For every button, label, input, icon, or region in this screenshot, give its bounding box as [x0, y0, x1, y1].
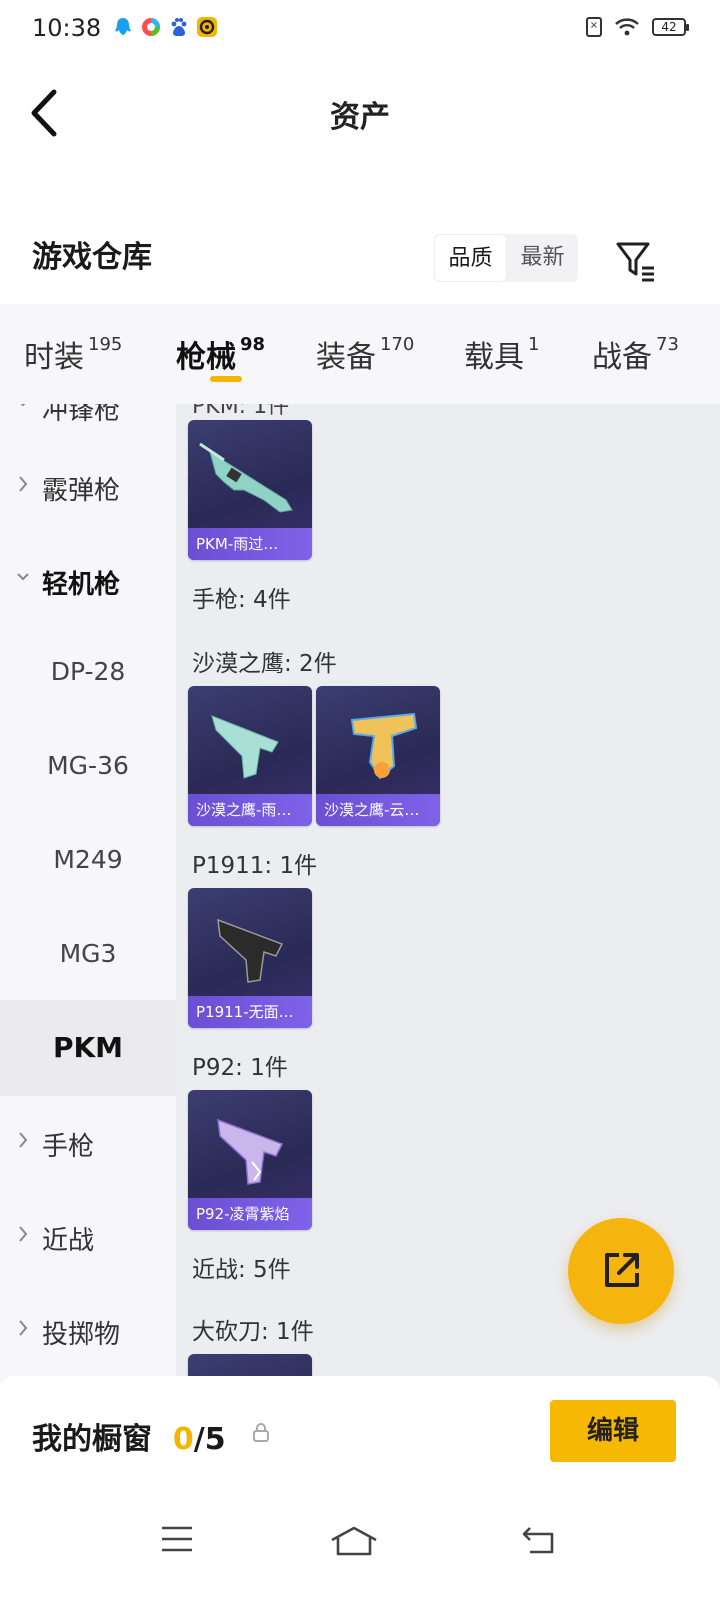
status-bar: 10:38 × 42	[0, 0, 720, 58]
sidebar-item-pistol[interactable]: 手枪	[0, 1094, 176, 1190]
warehouse-title: 游戏仓库	[32, 240, 152, 275]
sidebar-sub-dp28[interactable]: DP-28	[0, 624, 176, 720]
pistol-image	[217, 1118, 284, 1185]
skin-card-pkm[interactable]: PKM-雨过…	[188, 420, 312, 560]
section-label-machete: 大砍刀: 1件	[192, 1319, 314, 1345]
skin-card-caption: P92-凌霄紫焰	[188, 1198, 312, 1230]
tab-count: 195	[88, 334, 123, 355]
sidebar-sub-mg36[interactable]: MG-36	[0, 718, 176, 814]
share-button[interactable]	[568, 1218, 674, 1324]
pistol-image	[350, 712, 418, 780]
section-label-melee: 近战: 5件	[192, 1257, 291, 1283]
showcase-label: 我的橱窗 0/5	[32, 1414, 226, 1458]
chevron-right-icon	[19, 1132, 28, 1148]
notification-icons	[112, 16, 218, 38]
sidebar-sub-mg3[interactable]: MG3	[0, 906, 176, 1002]
tab-supplies[interactable]: 战备 73	[592, 332, 679, 376]
sidebar-item-label: 冲锋枪	[42, 404, 121, 426]
sim-icon: ×	[586, 17, 602, 37]
skin-card-caption: P1911-无面…	[188, 996, 312, 1028]
tab-count: 73	[656, 334, 679, 355]
skin-card-caption: PKM-雨过…	[188, 528, 312, 560]
machine-gun-image	[199, 442, 293, 513]
sidebar-item-label: 霰弹枪	[42, 476, 121, 506]
pistol-image	[217, 918, 284, 983]
qq-icon	[115, 18, 131, 35]
chevron-down-icon	[17, 573, 29, 581]
sort-newest-button[interactable]: 最新	[507, 234, 578, 282]
status-time: 10:38	[32, 14, 102, 42]
tab-label: 战备	[592, 340, 652, 375]
share-external-icon	[605, 1253, 639, 1287]
sidebar-item-label: 近战	[42, 1226, 95, 1256]
sidebar-item-lmg[interactable]: 轻机枪	[0, 532, 176, 628]
tab-label: 枪械	[176, 340, 236, 375]
sidebar-sub-pkm[interactable]: PKM	[0, 1000, 176, 1096]
tab-fashion[interactable]: 时装 195	[24, 332, 122, 376]
chevron-right-icon	[19, 1226, 28, 1242]
menu-icon[interactable]	[160, 1524, 194, 1554]
home-icon[interactable]	[330, 1524, 378, 1556]
sidebar-item-shotgun[interactable]: 霰弹枪	[0, 438, 176, 534]
app-header: 资产	[0, 58, 720, 168]
skin-card-p92[interactable]: P92-凌霄紫焰	[188, 1090, 312, 1230]
tab-firearms[interactable]: 枪械 98	[176, 332, 265, 376]
tab-label: 时装	[24, 340, 84, 375]
skin-card-caption: 沙漠之鹰-雨…	[188, 794, 312, 826]
section-label-p1911: P1911: 1件	[192, 853, 318, 879]
filter-icon[interactable]	[614, 238, 658, 282]
tab-count: 170	[380, 334, 415, 355]
showcase-title: 我的橱窗	[32, 1422, 152, 1457]
chevron-right-icon	[19, 476, 28, 492]
sidebar-item-melee[interactable]: 近战	[0, 1188, 176, 1284]
showcase-total-count: /5	[193, 1422, 226, 1457]
category-tabs: 时装 195 枪械 98 装备 170 载具 1 战备 73	[0, 304, 720, 404]
edit-button[interactable]: 编辑	[550, 1400, 676, 1462]
pistol-image	[211, 715, 279, 779]
sidebar-item-label: 投掷物	[42, 1320, 121, 1350]
baidu-icon	[171, 18, 187, 36]
tab-label: 载具	[464, 340, 524, 375]
weapon-category-sidebar: 冲锋枪 霰弹枪 轻机枪 DP-28 MG-36 M249 MG3 PKM 手枪 …	[0, 404, 176, 1404]
skin-card-deagle-2[interactable]: 沙漠之鹰-云…	[316, 686, 440, 826]
skin-card-deagle-1[interactable]: 沙漠之鹰-雨…	[188, 686, 312, 826]
tab-equipment[interactable]: 装备 170	[316, 332, 414, 376]
sort-toggle: 品质 最新	[434, 234, 578, 282]
game-app-icon	[197, 17, 217, 37]
wifi-icon	[615, 18, 639, 36]
section-label-p92: P92: 1件	[192, 1055, 288, 1081]
sidebar-item-throwable[interactable]: 投掷物	[0, 1282, 176, 1378]
tab-count: 1	[528, 334, 540, 355]
battery-indicator: 42	[652, 18, 689, 36]
active-tab-indicator	[210, 376, 242, 382]
skin-card-caption: 沙漠之鹰-云…	[316, 794, 440, 826]
section-label: PKM: 1件	[192, 404, 290, 419]
sidebar-item-label: 轻机枪	[42, 570, 121, 600]
lock-icon	[253, 1423, 269, 1442]
skin-card-p1911[interactable]: P1911-无面…	[188, 888, 312, 1028]
section-label-pistol: 手枪: 4件	[192, 587, 291, 613]
showcase-bar: 我的橱窗 0/5 编辑	[0, 1376, 720, 1500]
sidebar-sub-m249[interactable]: M249	[0, 812, 176, 908]
sort-quality-button[interactable]: 品质	[434, 234, 507, 282]
sidebar-item-label: 手枪	[42, 1132, 95, 1162]
section-label-deagle: 沙漠之鹰: 2件	[192, 651, 337, 677]
page-title: 资产	[330, 100, 390, 135]
chevron-right-icon	[19, 1320, 28, 1336]
showcase-current-count: 0	[172, 1422, 194, 1457]
chevron-down-icon	[20, 404, 26, 407]
back-icon[interactable]	[520, 1524, 556, 1554]
tab-vehicles[interactable]: 载具 1	[464, 332, 539, 376]
system-nav-bar	[0, 1500, 720, 1600]
app-icon-colorful	[142, 18, 160, 36]
tab-label: 装备	[316, 340, 376, 375]
tab-count: 98	[240, 334, 266, 355]
